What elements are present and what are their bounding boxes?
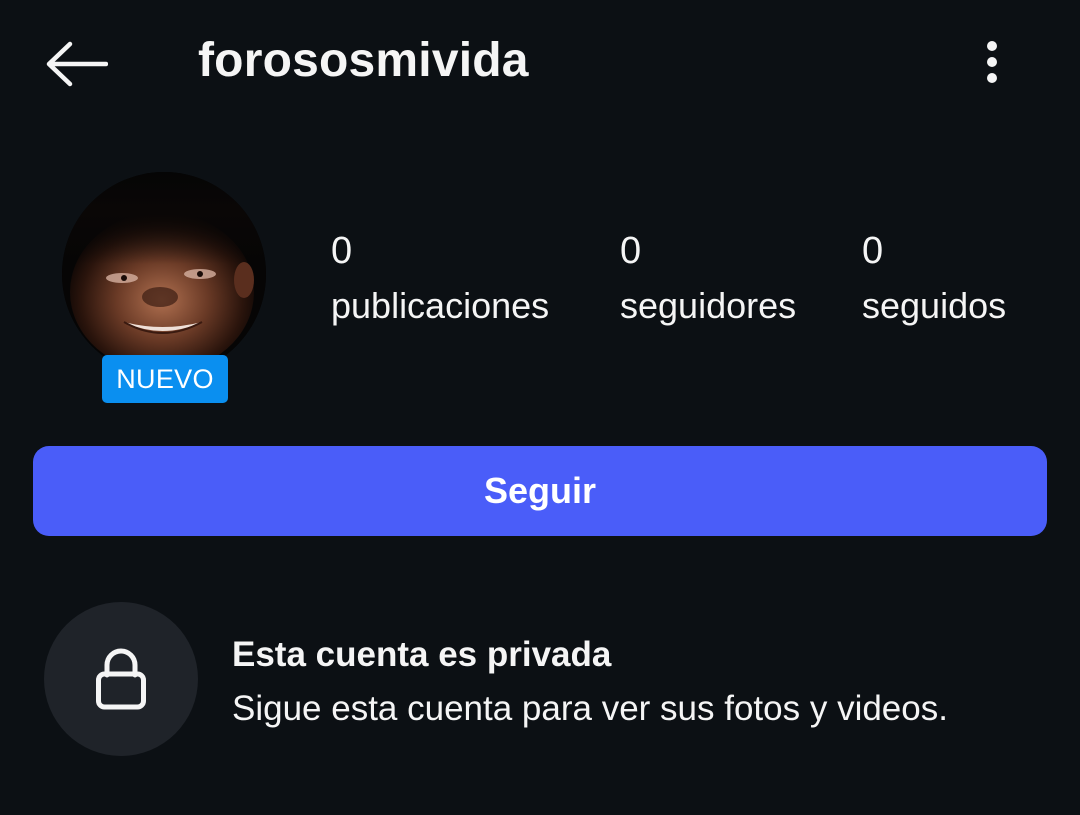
avatar-container — [62, 172, 268, 378]
arrow-left-icon — [46, 41, 108, 87]
profile-photo — [62, 172, 266, 376]
stat-followers-label: seguidores — [620, 285, 797, 326]
new-badge: NUEVO — [102, 355, 228, 403]
stat-posts-count: 0 — [331, 230, 353, 272]
stat-posts[interactable]: 0 publicaciones — [331, 226, 549, 336]
profile-username: forososmivida — [198, 34, 529, 87]
profile-screen: forososmivida NUEVO 0 publicaciones 0 se… — [0, 0, 1080, 815]
more-options-button[interactable] — [966, 34, 1018, 90]
back-button[interactable] — [40, 36, 112, 92]
lock-icon — [96, 648, 146, 710]
stat-following-count: 0 — [862, 230, 884, 272]
vertical-dots-icon — [987, 41, 997, 83]
stat-following[interactable]: 0 seguidos — [862, 226, 1006, 336]
stat-followers[interactable]: 0 seguidores — [620, 226, 796, 336]
stat-posts-label: publicaciones — [331, 285, 550, 326]
avatar[interactable] — [62, 172, 266, 376]
private-lock-badge — [44, 602, 198, 756]
private-account-title: Esta cuenta es privada — [232, 635, 612, 674]
stat-followers-count: 0 — [620, 230, 642, 272]
follow-button[interactable]: Seguir — [33, 446, 1047, 536]
stat-following-label: seguidos — [862, 285, 1007, 326]
private-account-description: Sigue esta cuenta para ver sus fotos y v… — [232, 689, 948, 728]
